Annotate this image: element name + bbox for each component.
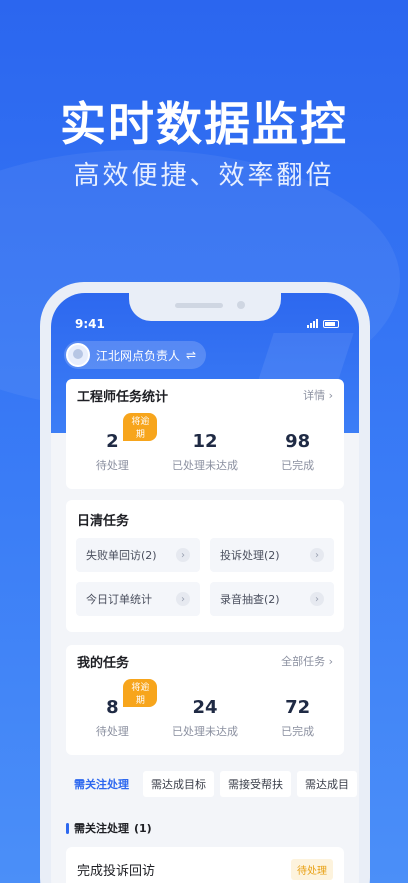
signal-icon (307, 319, 318, 328)
camera-icon (237, 301, 245, 309)
task-label: 今日订单统计 (86, 593, 152, 606)
tab-assistance[interactable]: 需接受帮扶 (220, 771, 291, 797)
section-marker (66, 822, 69, 834)
engineer-stats-card: 工程师任务统计 详情 › 将逾期 2 待处理 12 已处理未达成 98 已完成 (66, 379, 344, 489)
stat-value: 24 (192, 697, 218, 718)
role-label: 江北网点负责人 (96, 348, 181, 363)
todo-item[interactable]: 完成投诉回访 待处理 (66, 847, 344, 883)
task-complaint[interactable]: 投诉处理(2) › (210, 538, 334, 572)
phone-notch (129, 293, 281, 321)
chevron-right-icon: › (310, 548, 324, 562)
promo-subline: 高效便捷、效率翻倍 (73, 161, 335, 191)
status-badge: 待处理 (291, 858, 333, 880)
stat-unmet[interactable]: 12 已处理未达成 (160, 431, 250, 473)
phone-screen: 9:41 江北网点负责人 ⇌ 工程师任务统计 详情 › 将逾期 2 待处理 12… (51, 293, 359, 883)
task-label: 录音抽查(2) (220, 593, 280, 606)
todo-title: 完成投诉回访 (77, 863, 156, 879)
stat-unmet[interactable]: 24 已处理未达成 (160, 697, 250, 739)
stat-completed[interactable]: 72 已完成 (253, 697, 343, 739)
stat-label: 已完成 (281, 725, 315, 738)
all-tasks-link[interactable]: 全部任务 › (281, 653, 333, 669)
status-time: 9:41 (75, 317, 105, 331)
tab-needs-attention[interactable]: 需关注处理 (66, 771, 137, 797)
task-recording-check[interactable]: 录音抽查(2) › (210, 582, 334, 616)
task-label: 失败单回访(2) (86, 549, 157, 562)
swap-icon: ⇌ (186, 348, 197, 362)
stat-label: 待处理 (95, 725, 129, 738)
stat-value: 72 (285, 697, 311, 718)
stat-pending[interactable]: 将逾期 2 待处理 (67, 413, 158, 473)
chevron-right-icon: › (176, 592, 190, 606)
overdue-badge: 将逾期 (123, 413, 158, 441)
my-tasks-title: 我的任务 (77, 655, 130, 671)
detail-link[interactable]: 详情 › (303, 387, 333, 403)
speaker-icon (175, 303, 223, 308)
battery-icon (323, 319, 339, 328)
stat-value: 98 (285, 431, 311, 452)
task-daily-orders[interactable]: 今日订单统计 › (76, 582, 200, 616)
stat-label: 已处理未达成 (171, 459, 238, 472)
stat-label: 已完成 (281, 459, 315, 472)
promo-headline: 实时数据监控 (60, 97, 348, 151)
overdue-badge: 将逾期 (123, 679, 158, 707)
chevron-right-icon: › (176, 548, 190, 562)
my-tasks-card: 我的任务 全部任务 › 将逾期 8 待处理 24 已处理未达成 72 已完成 (66, 645, 344, 755)
stat-label: 已处理未达成 (171, 725, 238, 738)
daily-tasks-card: 日清任务 失败单回访(2) › 投诉处理(2) › 今日订单统计 › 录音抽查(… (66, 500, 344, 632)
role-switcher[interactable]: 江北网点负责人 ⇌ (64, 341, 207, 369)
avatar (66, 343, 90, 367)
section-heading: 需关注处理 (1) (66, 820, 152, 836)
filter-tabs: 需关注处理 需达成目标 需接受帮扶 需达成目 (66, 771, 357, 797)
tab-target[interactable]: 需达成目标 (143, 771, 214, 797)
stat-label: 待处理 (95, 459, 129, 472)
section-title: 需关注处理 (74, 822, 129, 835)
daily-tasks-title: 日清任务 (77, 513, 130, 529)
section-count: (1) (134, 821, 152, 835)
status-icons (307, 319, 339, 328)
stat-value: 12 (192, 431, 218, 452)
engineer-stats-title: 工程师任务统计 (77, 389, 169, 405)
task-label: 投诉处理(2) (220, 549, 280, 562)
tab-target-2[interactable]: 需达成目 (297, 771, 357, 797)
task-failed-callback[interactable]: 失败单回访(2) › (76, 538, 200, 572)
stat-completed[interactable]: 98 已完成 (253, 431, 343, 473)
chevron-right-icon: › (310, 592, 324, 606)
phone-frame: 9:41 江北网点负责人 ⇌ 工程师任务统计 详情 › 将逾期 2 待处理 12… (40, 282, 370, 883)
stat-pending[interactable]: 将逾期 8 待处理 (67, 679, 158, 739)
